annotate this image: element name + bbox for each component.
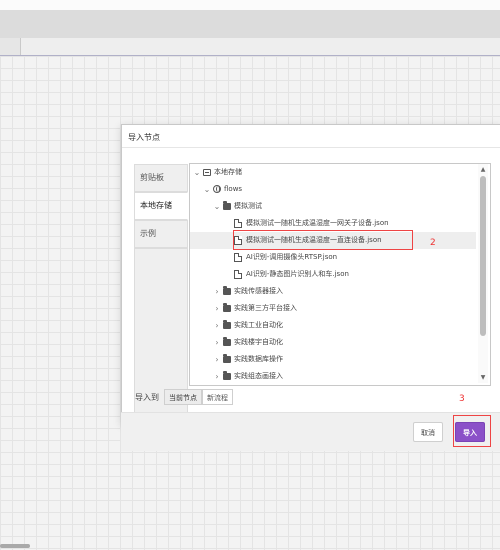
tree-row-folder[interactable]: › 实践组态画接入 xyxy=(190,368,476,385)
scroll-up-icon[interactable]: ▲ xyxy=(478,166,488,173)
drive-icon xyxy=(203,169,211,176)
file-icon xyxy=(234,270,242,279)
globe-icon xyxy=(213,185,221,193)
chevron-right-icon[interactable]: › xyxy=(213,368,221,385)
tree-label: 实践传感器接入 xyxy=(234,287,283,295)
folder-icon xyxy=(223,320,231,329)
chevron-right-icon[interactable]: › xyxy=(213,300,221,317)
annotation-number: 3 xyxy=(459,394,465,404)
flow-tab-strip xyxy=(0,38,500,56)
tree-row-file[interactable]: AI识别-静态图片识别人和车.json xyxy=(190,266,476,283)
chevron-right-icon[interactable]: › xyxy=(213,334,221,351)
tree-row-root[interactable]: ⌄ 本地存储 xyxy=(190,164,476,181)
tab-clipboard[interactable]: 剪贴板 xyxy=(134,164,188,192)
chevron-down-icon[interactable]: ⌄ xyxy=(203,181,211,198)
window-top-bar xyxy=(0,0,500,10)
dialog-footer: 取消 导入 xyxy=(121,412,500,451)
app-toolbar xyxy=(0,10,500,39)
tree-label: 实践工业自动化 xyxy=(234,321,283,329)
dialog-divider xyxy=(122,147,500,148)
import-current-flow-option[interactable]: 当前节点 xyxy=(164,389,202,405)
chevron-right-icon[interactable]: › xyxy=(213,283,221,300)
tree-row-folder[interactable]: › 实践楼宇自动化 xyxy=(190,334,476,351)
chevron-right-icon[interactable]: › xyxy=(213,351,221,368)
folder-icon xyxy=(223,303,231,312)
scrollbar-thumb[interactable] xyxy=(480,176,486,336)
tree-label: AI识别-静态图片识别人和车.json xyxy=(246,270,349,278)
chevron-down-icon[interactable]: ⌄ xyxy=(213,198,221,215)
tree-scrollbar[interactable]: ▲ ▼ xyxy=(478,164,488,383)
tree-row-flows[interactable]: ⌄ flows xyxy=(190,181,476,198)
dialog-title: 导入节点 xyxy=(128,133,160,142)
file-icon xyxy=(234,253,242,262)
import-new-flow-option[interactable]: 新流程 xyxy=(202,389,233,405)
annotation-box-selected-file xyxy=(233,230,413,250)
tree-row-folder[interactable]: › 实践数据库操作 xyxy=(190,351,476,368)
tree-label: 实践数据库操作 xyxy=(234,355,283,363)
tree-label: AI识别-调用摄像头RTSP.json xyxy=(246,253,338,261)
file-icon xyxy=(234,219,242,228)
cancel-button[interactable]: 取消 xyxy=(413,422,443,442)
import-to-label: 导入到 xyxy=(135,393,159,402)
annotation-number: 2 xyxy=(430,238,436,248)
chevron-down-icon[interactable]: ⌄ xyxy=(193,164,201,181)
tree-row-folder[interactable]: › 实践第三方平台接入 xyxy=(190,300,476,317)
horizontal-scrollbar[interactable] xyxy=(0,544,30,548)
chevron-right-icon[interactable]: › xyxy=(213,317,221,334)
tree-row-file[interactable]: AI识别-调用摄像头RTSP.json xyxy=(190,249,476,266)
annotation-box-import-button xyxy=(453,415,491,447)
library-tree: ⌄ 本地存储 ⌄ flows ⌄ 模拟测试 模拟测试一随机生成温湿度一网关子设备… xyxy=(189,163,491,386)
tree-label: 实践组态画接入 xyxy=(234,372,283,380)
tab-examples[interactable]: 示例 xyxy=(134,220,188,248)
folder-icon xyxy=(223,371,231,380)
tree-label: 模拟测试 xyxy=(234,202,262,210)
tab-local-storage[interactable]: 本地存储 xyxy=(134,192,188,220)
folder-icon xyxy=(223,337,231,346)
tree-label: flows xyxy=(224,185,243,193)
folder-icon xyxy=(223,201,231,210)
import-nodes-dialog: 导入节点 剪贴板 本地存储 示例 ⌄ 本地存储 ⌄ flows ⌄ 模拟测试 模… xyxy=(121,124,500,424)
tree-row-folder-sim[interactable]: ⌄ 模拟测试 xyxy=(190,198,476,215)
folder-icon xyxy=(223,354,231,363)
folder-icon xyxy=(223,286,231,295)
tree-row-folder[interactable]: › 实践传感器接入 xyxy=(190,283,476,300)
flow-tab[interactable] xyxy=(0,38,21,55)
tree-label: 实践楼宇自动化 xyxy=(234,338,283,346)
tree-row-folder[interactable]: › 实践工业自动化 xyxy=(190,317,476,334)
tree-label: 实践第三方平台接入 xyxy=(234,304,297,312)
tree-label: 本地存储 xyxy=(214,168,242,176)
scroll-down-icon[interactable]: ▼ xyxy=(478,374,488,381)
library-tabs: 剪贴板 本地存储 示例 xyxy=(134,164,190,505)
